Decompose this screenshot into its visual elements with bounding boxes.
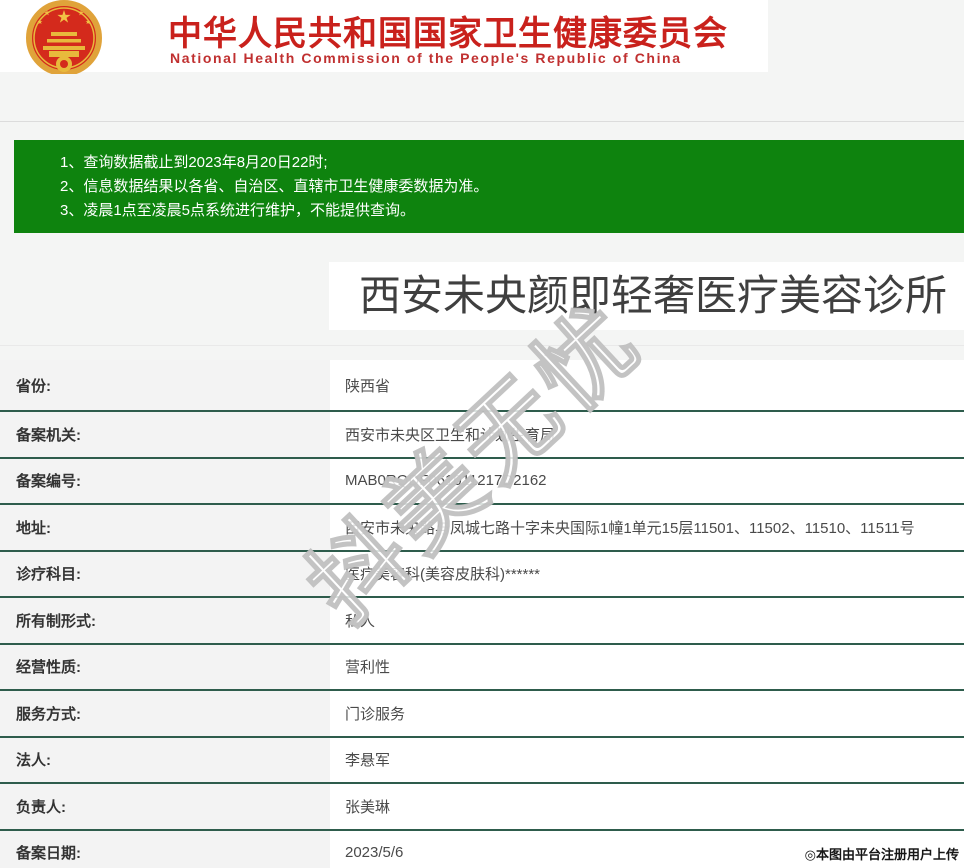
field-label: 服务方式: [0,691,330,736]
field-value: MAB0RQDF061011217D2162 [330,458,964,503]
table-row: 负责人: 张美琳 [0,784,964,831]
table-row: 服务方式: 门诊服务 [0,691,964,738]
field-label: 负责人: [0,784,330,829]
table-row: 地址: 西安市未央路与凤城七路十字未央国际1幢1单元15层11501、11502… [0,505,964,552]
notice-line-3: 3、凌晨1点至凌晨5点系统进行维护，不能提供查询。 [60,202,416,219]
field-value: 营利性 [330,644,964,689]
table-row: 所有制形式: 私人 [0,598,964,645]
header-title-cn: 中华人民共和国国家卫生健康委员会 [168,15,728,53]
table-row: 经营性质: 营利性 [0,644,964,691]
field-label: 所有制形式: [0,598,330,643]
field-label: 备案日期: [0,830,330,868]
record-table: 省份: 陕西省 备案机关: 西安市未央区卫生和计划生育局 备案编号: MAB0R… [0,360,964,868]
field-label: 备案编号: [0,458,330,503]
field-value: 医疗美容科(美容皮肤科)****** [330,551,964,596]
result-title-band: 西安未央颜即轻奢医疗美容诊所 [329,262,964,330]
field-label: 省份: [0,360,330,410]
notice-line-2: 2、信息数据结果以各省、自治区、直辖市卫生健康委数据为准。 [60,178,489,195]
field-label: 经营性质: [0,644,330,689]
field-label: 法人: [0,737,330,782]
field-value: 门诊服务 [330,691,964,736]
field-value: 张美琳 [330,784,964,829]
field-value: 西安市未央路与凤城七路十字未央国际1幢1单元15层11501、11502、115… [330,505,964,550]
uploader-badge: ◎本图由平台注册用户上传 [804,847,959,862]
table-row: 省份: 陕西省 [0,360,964,412]
table-row: 备案机关: 西安市未央区卫生和计划生育局 [0,412,964,459]
field-value: 陕西省 [330,360,964,410]
field-value: 私人 [330,598,964,643]
notice-box: 1、查询数据截止到2023年8月20日22时; 2、信息数据结果以各省、自治区、… [14,140,964,233]
table-row: 法人: 李悬军 [0,737,964,784]
page: 中华人民共和国国家卫生健康委员会 National Health Commiss… [0,0,964,868]
site-header: 中华人民共和国国家卫生健康委员会 National Health Commiss… [0,0,768,74]
table-row: 诊疗科目: 医疗美容科(美容皮肤科)****** [0,551,964,598]
field-label: 地址: [0,505,330,550]
notice-line-1: 1、查询数据截止到2023年8月20日22时; [60,154,328,171]
header-title-en: National Health Commission of the People… [170,50,682,66]
header-divider [0,121,964,122]
field-value: 西安市未央区卫生和计划生育局 [330,412,964,457]
institution-name: 西安未央颜即轻奢医疗美容诊所 [359,272,948,319]
field-label: 诊疗科目: [0,551,330,596]
national-emblem-icon [26,0,102,74]
title-divider [0,345,964,346]
field-label: 备案机关: [0,412,330,457]
table-row: 备案编号: MAB0RQDF061011217D2162 [0,458,964,505]
field-value: 李悬军 [330,737,964,782]
